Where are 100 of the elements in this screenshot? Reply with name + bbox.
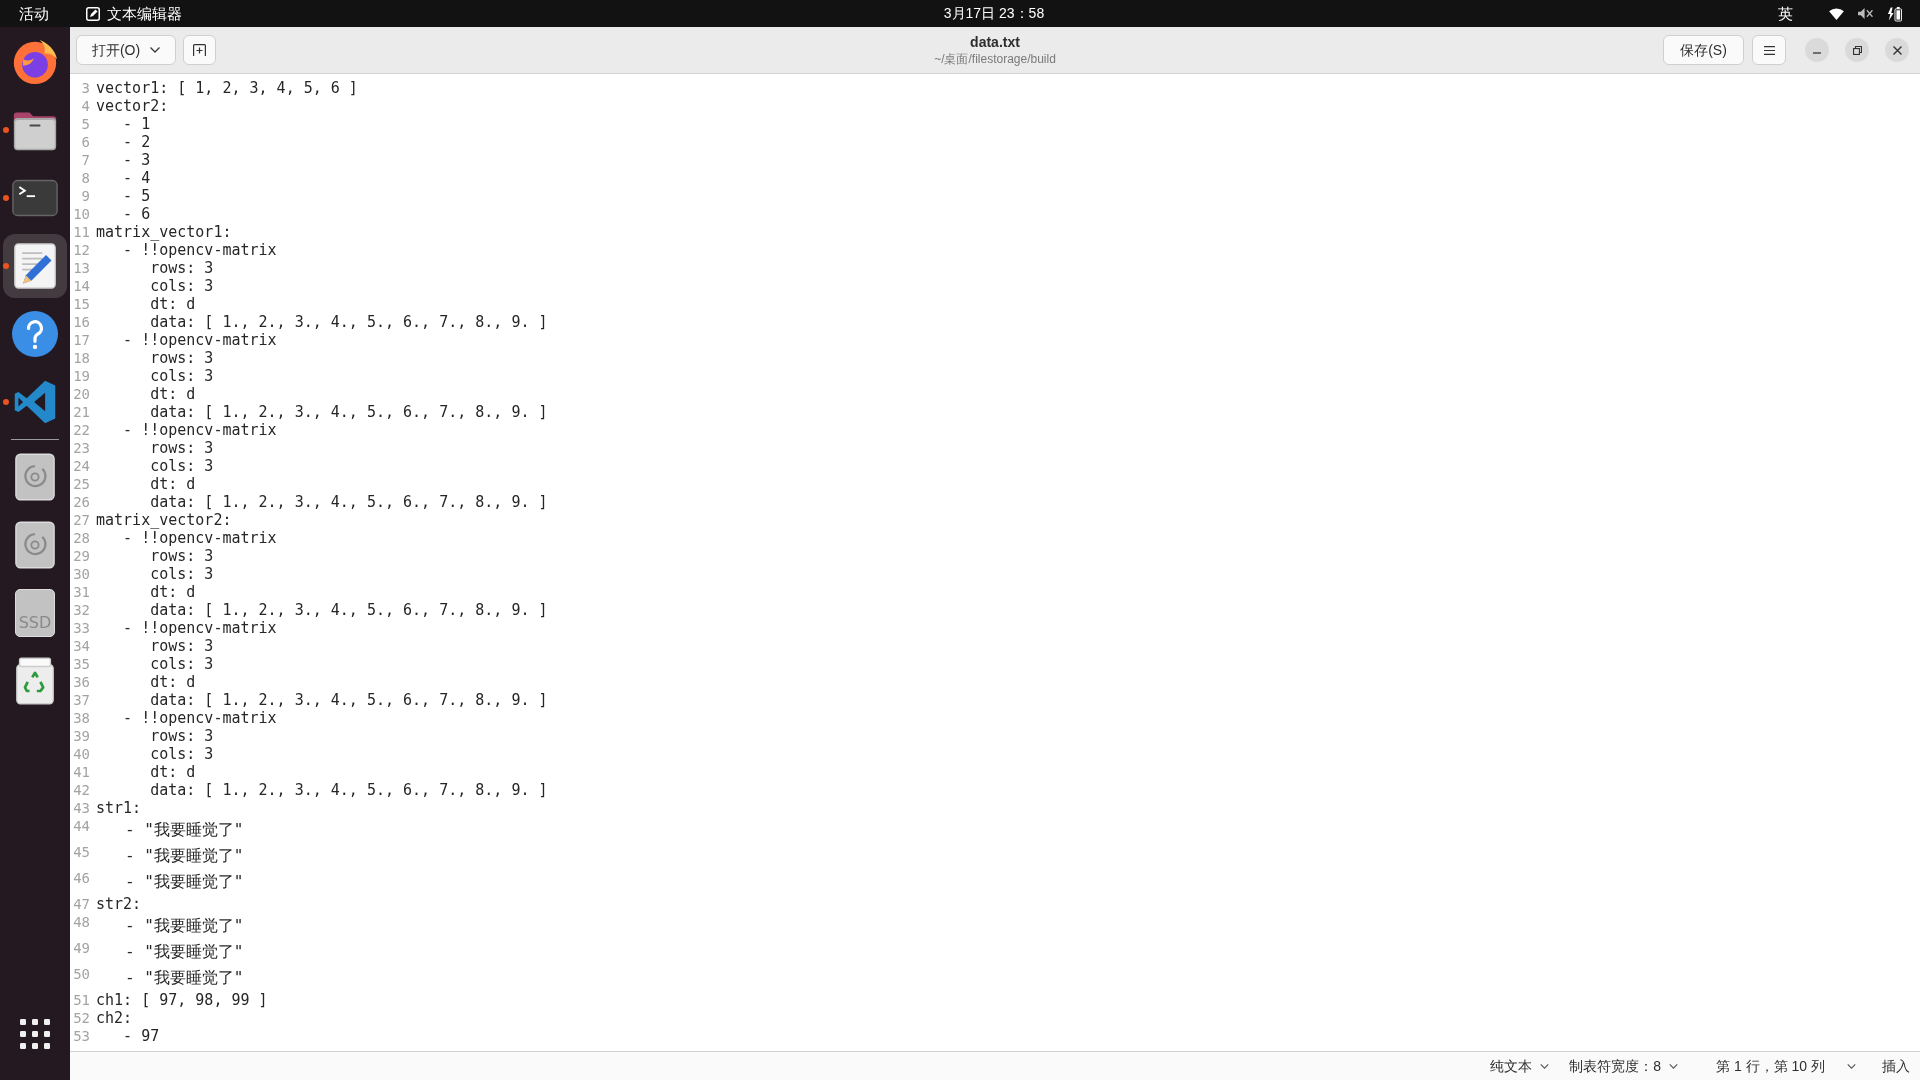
battery-charging-icon — [1887, 5, 1902, 22]
code-line: rows: 3 — [149, 259, 214, 277]
line-number: 41 — [72, 763, 90, 781]
save-button[interactable]: 保存(S) — [1663, 35, 1744, 65]
code-line: - 4 — [122, 169, 151, 187]
code-line: - 6 — [122, 205, 151, 223]
clock-button[interactable]: 3月17日 23：58 — [943, 0, 1045, 27]
dock-item[interactable] — [3, 234, 67, 298]
menu-button[interactable] — [1752, 35, 1786, 65]
line-number: 49 — [72, 939, 90, 957]
line-number: 35 — [72, 655, 90, 673]
line-number: 43 — [72, 799, 90, 817]
line-number: 14 — [72, 277, 90, 295]
line-number: 37 — [72, 691, 90, 709]
line-number: 4 — [80, 97, 90, 115]
code-line: - 2 — [122, 133, 151, 151]
line-number: 17 — [72, 331, 90, 349]
code-line: vector2: — [96, 97, 169, 115]
cursor-position-button[interactable]: 第 1 行，第 10 列 — [1716, 1055, 1856, 1077]
code-line: cols: 3 — [149, 655, 214, 673]
code-line: ch1: [ 97, 98, 99 ] — [96, 991, 268, 1009]
code-line: dt: d — [149, 475, 196, 493]
drive-label: SSD — [18, 615, 52, 634]
code-line: rows: 3 — [149, 349, 214, 367]
app-grid-icon — [20, 1019, 50, 1049]
line-number: 26 — [72, 493, 90, 511]
code-line: str2: — [96, 895, 142, 913]
minimize-button[interactable] — [1805, 38, 1829, 62]
code-line: - "我要睡觉了" — [123, 871, 244, 893]
code-line: rows: 3 — [149, 547, 214, 565]
line-number: 6 — [80, 133, 90, 151]
code-line: cols: 3 — [149, 277, 214, 295]
restore-icon — [1852, 45, 1862, 55]
code-line: data: [ 1., 2., 3., 4., 5., 6., 7., 8., 9. ] — [149, 403, 548, 421]
line-number: 11 — [72, 223, 90, 241]
close-button[interactable] — [1885, 38, 1909, 62]
activities-button[interactable]: 活动 — [17, 0, 51, 27]
restore-button[interactable] — [1845, 38, 1869, 62]
terminal-icon — [12, 179, 58, 217]
input-method-button[interactable]: 英 — [1778, 0, 1793, 27]
speaker-muted-icon — [1858, 7, 1873, 20]
line-number: 27 — [72, 511, 90, 529]
line-number: 10 — [72, 205, 90, 223]
code-line: - "我要睡觉了" — [123, 915, 244, 937]
line-number: 47 — [72, 895, 90, 913]
window-subtitle: ~/桌面/filestorage/build — [934, 51, 1056, 67]
code-line: dt: d — [149, 763, 196, 781]
app-menu[interactable]: 文本编辑器 — [86, 0, 182, 27]
code-line: cols: 3 — [149, 367, 214, 385]
language-button[interactable]: 纯文本 — [1490, 1055, 1550, 1077]
code-line: data: [ 1., 2., 3., 4., 5., 6., 7., 8., 9. ] — [149, 601, 548, 619]
line-number: 34 — [72, 637, 90, 655]
input-mode-text: 插入 — [1882, 1056, 1910, 1076]
line-number: 28 — [72, 529, 90, 547]
line-number: 50 — [72, 965, 90, 983]
line-number: 30 — [72, 565, 90, 583]
code-line: rows: 3 — [149, 439, 214, 457]
tab-width-button[interactable]: 制表符宽度：8 — [1569, 1055, 1679, 1077]
line-number: 51 — [72, 991, 90, 1009]
line-number: 13 — [72, 259, 90, 277]
chevron-down-icon — [1540, 1063, 1550, 1069]
code-line: - !!opencv-matrix — [122, 241, 277, 259]
code-line: - "我要睡觉了" — [123, 819, 244, 841]
line-number: 45 — [72, 843, 90, 861]
tab-plus-icon — [193, 44, 206, 56]
code-line: - 1 — [122, 115, 151, 133]
code-line: matrix_vector2: — [96, 511, 232, 529]
menu-icon — [1763, 45, 1775, 55]
code-line: str1: — [96, 799, 142, 817]
code-line: matrix_vector1: — [96, 223, 232, 241]
line-number: 53 — [72, 1027, 90, 1045]
window-title: data.txt — [970, 33, 1020, 51]
open-button[interactable]: 打开(O) — [76, 35, 176, 65]
line-number: 9 — [80, 187, 90, 205]
code-line: - !!opencv-matrix — [122, 709, 277, 727]
line-number: 5 — [80, 115, 90, 133]
line-number: 3 — [80, 79, 90, 97]
close-icon — [1892, 45, 1902, 55]
code-line: rows: 3 — [149, 727, 214, 745]
code-line: - "我要睡觉了" — [123, 845, 244, 867]
disc-drive-icon — [15, 521, 55, 569]
code-line: cols: 3 — [149, 457, 214, 475]
line-number: 29 — [72, 547, 90, 565]
line-number: 8 — [80, 169, 90, 187]
new-tab-button[interactable] — [183, 35, 216, 65]
code-line: dt: d — [149, 385, 196, 403]
code-line: - !!opencv-matrix — [122, 619, 277, 637]
code-line: - 5 — [122, 187, 151, 205]
line-number: 46 — [72, 869, 90, 887]
line-number: 52 — [72, 1009, 90, 1027]
line-number: 21 — [72, 403, 90, 421]
code-line: dt: d — [149, 583, 196, 601]
code-line: - 97 — [122, 1027, 160, 1045]
code-line: vector1: [ 1, 2, 3, 4, 5, 6 ] — [96, 79, 358, 97]
code-line: data: [ 1., 2., 3., 4., 5., 6., 7., 8., 9. ] — [149, 691, 548, 709]
code-line: - !!opencv-matrix — [122, 421, 277, 439]
line-number: 48 — [72, 913, 90, 931]
flame-globe-icon — [12, 39, 58, 85]
code-line: - 3 — [122, 151, 151, 169]
line-number: 38 — [72, 709, 90, 727]
